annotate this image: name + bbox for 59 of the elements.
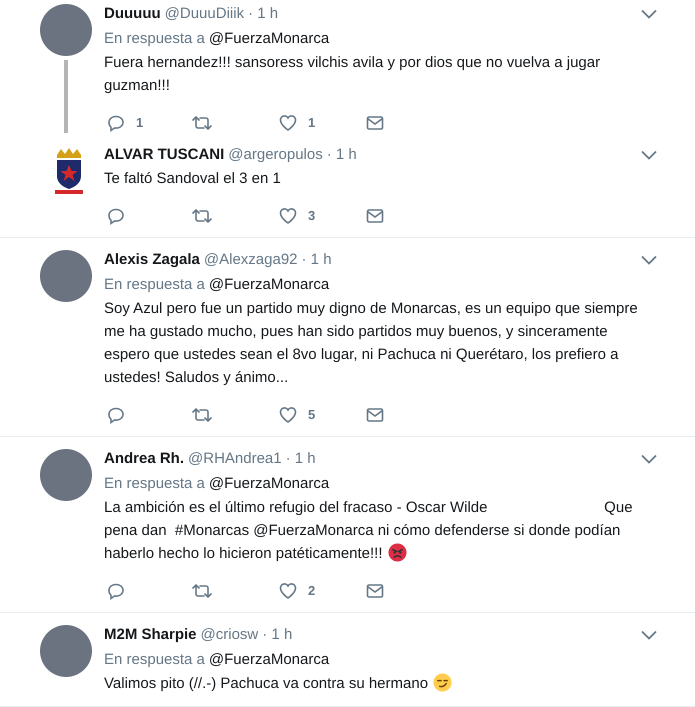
tweet-text: Fuera hernandez!!! sansoress vilchis avila y por dios que no vuelva a jugar guzman!!!: [104, 54, 602, 94]
display-name[interactable]: M2M Sharpie: [104, 624, 197, 646]
avatar-photo[interactable]: [40, 250, 92, 302]
tweet-time[interactable]: · 1 h: [326, 144, 357, 166]
user-handle[interactable]: @DuuuDiiik: [164, 2, 244, 26]
tweet-time[interactable]: · 1 h: [286, 448, 316, 470]
reply-to-label: En respuesta a: [104, 28, 205, 49]
display-name[interactable]: Duuuuu: [104, 2, 161, 26]
retweet-icon[interactable]: [191, 206, 213, 226]
like-count: 1: [308, 114, 316, 132]
smirking-face-emoji-icon: [433, 673, 452, 692]
tweet-text: Soy Azul pero fue un partido muy digno de Monarcas, es un equipo que siempre me ha gustado mucho, pues han sido partidos muy buenos, y sinceramente espero que ustedes sean el 8vo lugar, ni Pachuca ni Querétaro, los prefiero a ustedes! Saludos y ánimo...: [104, 300, 639, 386]
reply-icon[interactable]: [106, 581, 126, 601]
mail-icon[interactable]: [365, 581, 385, 601]
heart-icon[interactable]: [278, 581, 298, 601]
angry-face-emoji-icon: [388, 543, 407, 562]
reply-to-label: En respuesta a: [104, 274, 205, 295]
reply-to-label: En respuesta a: [104, 650, 205, 670]
reply-icon[interactable]: [106, 405, 126, 425]
like-count: 2: [308, 582, 316, 600]
retweet-icon[interactable]: [191, 405, 213, 425]
mail-icon[interactable]: [365, 113, 385, 133]
heart-icon[interactable]: [278, 206, 298, 226]
avatar-photo[interactable]: [40, 4, 92, 56]
avatar-photo[interactable]: [40, 449, 92, 501]
heart-icon[interactable]: [278, 113, 298, 133]
reply-icon[interactable]: [106, 113, 126, 133]
mention-link[interactable]: @FuerzaMonarca: [208, 274, 330, 296]
tweet-text: Te faltó Sandoval el 3 en 1: [104, 170, 281, 187]
reply-icon[interactable]: [106, 206, 126, 226]
avatar-photo[interactable]: [40, 625, 92, 677]
tweet-time[interactable]: · 1 h: [262, 624, 292, 646]
mention-link[interactable]: @FuerzaMonarca: [208, 648, 330, 672]
chevron-down-icon[interactable]: [641, 9, 657, 19]
chevron-down-icon[interactable]: [641, 255, 657, 265]
like-count: 3: [308, 207, 316, 226]
tweet-text: Valimos pito (//.-) Pachuca va contra su hermano: [104, 675, 452, 692]
chevron-down-icon[interactable]: [641, 630, 657, 640]
chevron-down-icon[interactable]: [641, 150, 657, 160]
chevron-down-icon[interactable]: [641, 454, 657, 464]
mail-icon[interactable]: [365, 206, 385, 226]
display-name[interactable]: Andrea Rh.: [104, 448, 184, 470]
user-handle[interactable]: @argeropulos: [228, 144, 323, 166]
mail-icon[interactable]: [365, 405, 385, 425]
user-handle[interactable]: @criosw: [200, 624, 258, 646]
reply-count: 1: [136, 114, 144, 132]
tweet-time[interactable]: · 1 h: [248, 2, 278, 26]
display-name[interactable]: Alexis Zagala: [104, 248, 200, 272]
display-name[interactable]: ALVAR TUSCANI: [104, 144, 224, 166]
retweet-icon[interactable]: [191, 113, 213, 133]
mention-link[interactable]: @FuerzaMonarca: [208, 472, 330, 496]
heart-icon[interactable]: [278, 405, 298, 425]
user-handle[interactable]: @Alexzaga92: [204, 248, 298, 272]
tweet-time[interactable]: · 1 h: [302, 248, 332, 272]
reply-to-label: En respuesta a: [104, 474, 205, 494]
retweet-icon[interactable]: [191, 581, 213, 601]
mention-link[interactable]: @FuerzaMonarca: [208, 28, 330, 50]
user-handle[interactable]: @RHAndrea1: [188, 448, 282, 470]
like-count: 5: [308, 406, 316, 424]
